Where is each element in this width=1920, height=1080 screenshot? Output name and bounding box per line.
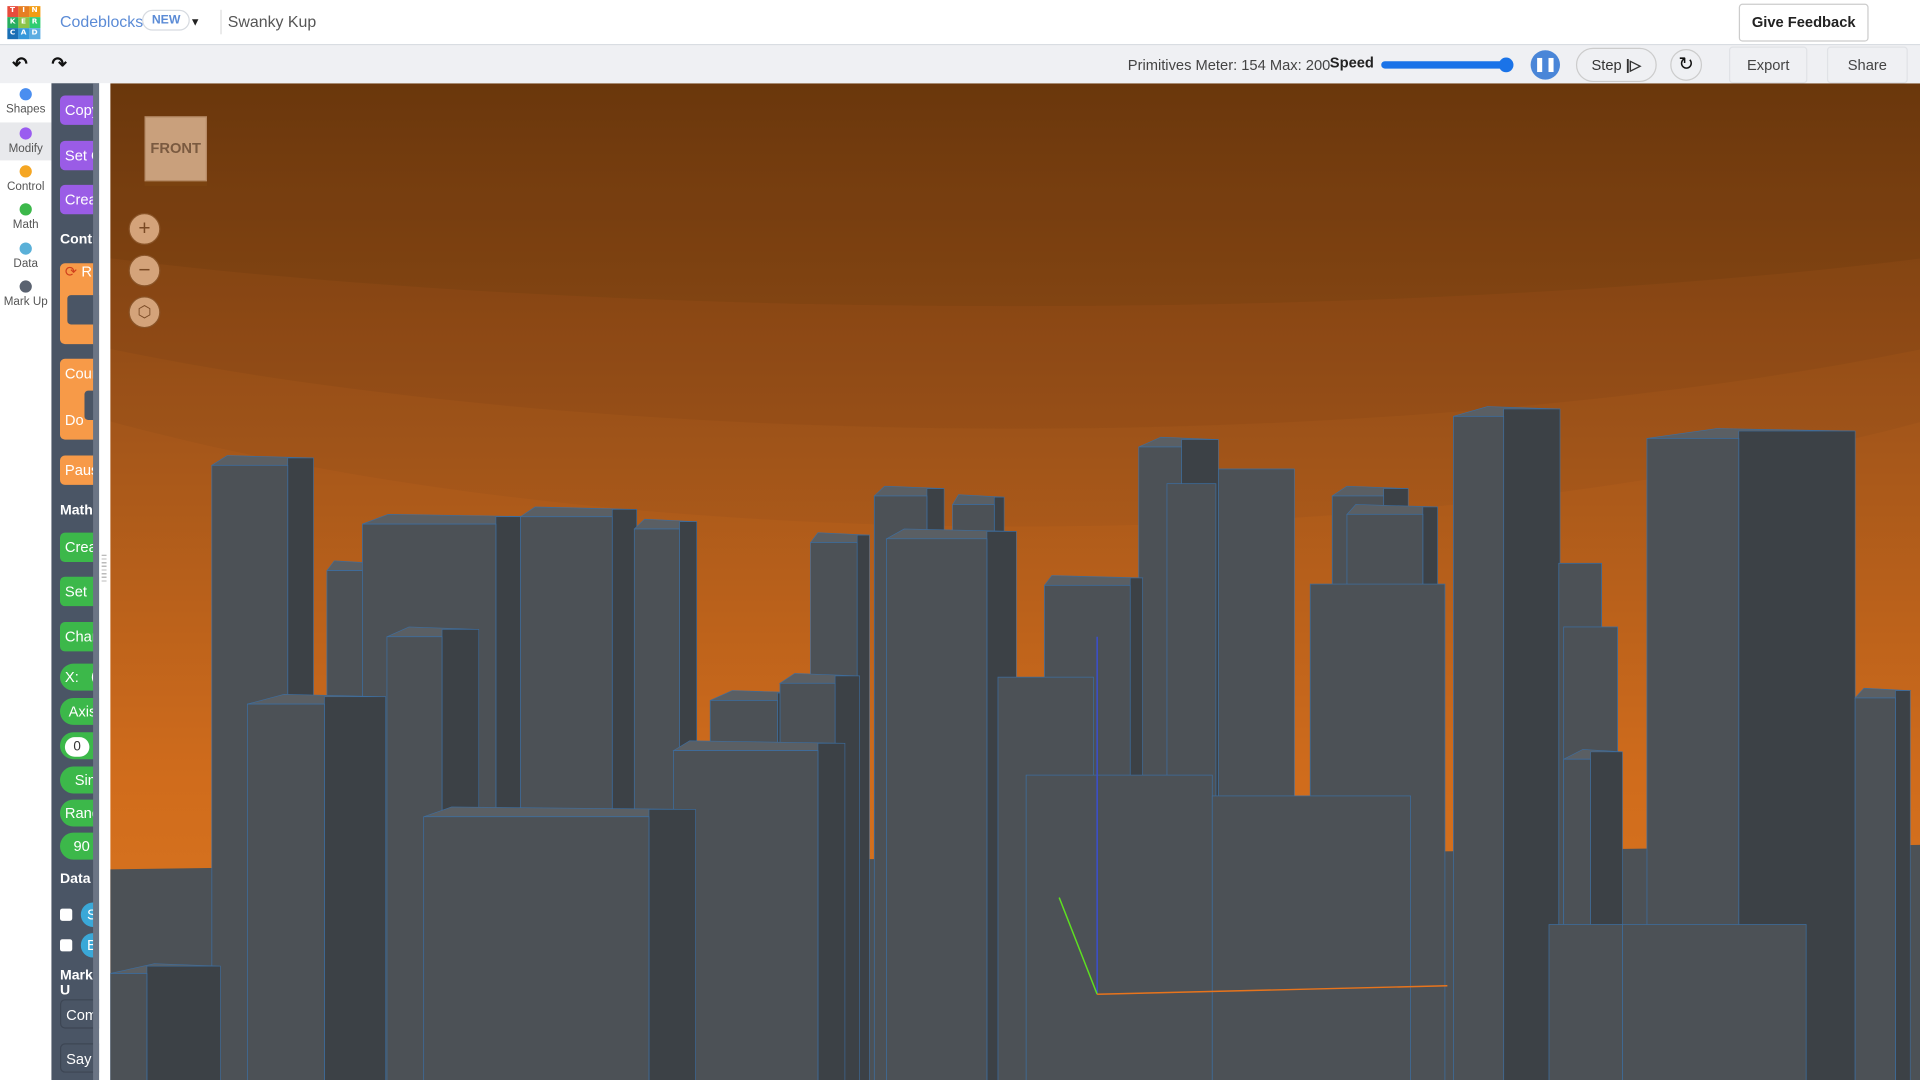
primitives-meter: Primitives Meter: 154 Max: 200 (1127, 56, 1331, 74)
logo-tile: T (7, 6, 18, 17)
category-modify[interactable]: Modify (0, 122, 52, 161)
number-input[interactable]: 0 (64, 737, 90, 757)
divider (220, 9, 222, 35)
zoom-in-button[interactable]: + (128, 213, 161, 245)
data-dot-icon (19, 242, 32, 255)
top-header: TINKERCAD Codeblocks NEW ▼ Swanky Kup Gi… (0, 0, 1920, 46)
speed-label: Speed (1329, 53, 1374, 72)
resize-handle[interactable] (99, 83, 111, 1080)
redo-icon[interactable]: ↷ (51, 53, 66, 75)
reset-icon: ↻ (1678, 53, 1694, 75)
undo-icon[interactable]: ↶ (12, 53, 27, 75)
reset-button[interactable]: ↻ (1670, 48, 1703, 81)
home-view-button[interactable]: ⬡ (128, 296, 161, 329)
category-control[interactable]: Control (0, 160, 51, 198)
block-label: R (81, 263, 92, 281)
step-label: Step (1591, 56, 1622, 74)
modify-dot-icon (19, 127, 32, 140)
new-badge: NEW (142, 9, 191, 31)
category-label: Modify (8, 142, 43, 156)
building-side (817, 742, 846, 1080)
building-side (648, 809, 696, 1080)
building (246, 703, 325, 1080)
section-heading-math: Math (60, 503, 93, 518)
logo-tile: D (29, 28, 40, 39)
building-side (146, 965, 221, 1080)
pause-button[interactable]: ❚❚ (1530, 50, 1561, 80)
building (423, 816, 650, 1080)
speed-slider-knob[interactable] (1498, 57, 1514, 73)
logo-tile: C (7, 28, 18, 39)
section-heading-data: Data (60, 871, 91, 887)
category-data[interactable]: Data (0, 238, 51, 276)
building (1854, 697, 1896, 1080)
category-label: Math (12, 217, 39, 232)
block-label: X: (64, 668, 79, 686)
zoom-out-button[interactable]: − (128, 254, 161, 287)
logo-tile: N (29, 6, 40, 17)
category-label: Shapes (5, 102, 46, 117)
view-cube-front[interactable]: FRONT (144, 116, 207, 182)
category-label: Control (6, 180, 45, 194)
building (110, 973, 148, 1080)
block-palette[interactable]: Copy Set C Creat Contro ⟳ R CountDo Paus… (51, 83, 100, 1080)
math-dot-icon (19, 203, 32, 216)
shapes-dot-icon (19, 88, 32, 101)
category-sidebar: Shapes Modify Control Math Data Mark Up (0, 83, 52, 1080)
building (1453, 415, 1505, 1080)
app-name[interactable]: Codeblocks (60, 12, 143, 30)
step-button[interactable]: Step |▷ (1575, 47, 1657, 83)
minus-icon: − (138, 258, 151, 282)
category-markup[interactable]: Mark Up (0, 276, 51, 314)
building (1025, 774, 1213, 1080)
block-label: Do (64, 411, 84, 429)
caret-down-icon[interactable]: ▼ (190, 16, 201, 28)
drag-dots-icon (101, 554, 107, 582)
logo-tile: K (7, 17, 18, 28)
pause-icon: ❚❚ (1534, 57, 1557, 73)
give-feedback-button[interactable]: Give Feedback (1738, 3, 1869, 42)
building-side (324, 696, 387, 1080)
repeat-icon: ⟳ (64, 263, 78, 281)
checkbox[interactable] (60, 939, 73, 952)
plus-icon: + (138, 216, 151, 241)
speed-slider[interactable] (1381, 57, 1514, 73)
category-label: Data (13, 257, 38, 271)
category-shapes[interactable]: Shapes (0, 83, 51, 121)
logo-tile: I (18, 6, 29, 17)
checkbox[interactable] (60, 908, 73, 921)
building (1622, 924, 1807, 1080)
building (1211, 795, 1411, 1080)
logo-tile: A (18, 28, 29, 39)
scene-canvas[interactable] (110, 83, 1920, 1080)
building (886, 538, 988, 1080)
step-forward-icon: |▷ (1625, 56, 1642, 74)
project-name[interactable]: Swanky Kup (228, 12, 316, 30)
share-button[interactable]: Share (1826, 46, 1908, 84)
toolbar: ↶ ↷ Primitives Meter: 154 Max: 200 Speed… (0, 45, 1920, 84)
3d-viewport[interactable]: FRONT + − ⬡ (110, 83, 1920, 1080)
logo-tile: E (18, 17, 29, 28)
building (1548, 924, 1623, 1080)
cube-icon: ⬡ (137, 302, 152, 321)
logo-tile: R (29, 17, 40, 28)
export-button[interactable]: Export (1728, 46, 1808, 84)
category-math[interactable]: Math (0, 198, 51, 236)
tinkercad-logo[interactable]: TINKERCAD (7, 6, 40, 39)
building-side (1895, 690, 1911, 1080)
control-dot-icon (19, 165, 32, 178)
markup-dot-icon (19, 280, 32, 293)
category-label: Mark Up (3, 295, 48, 309)
